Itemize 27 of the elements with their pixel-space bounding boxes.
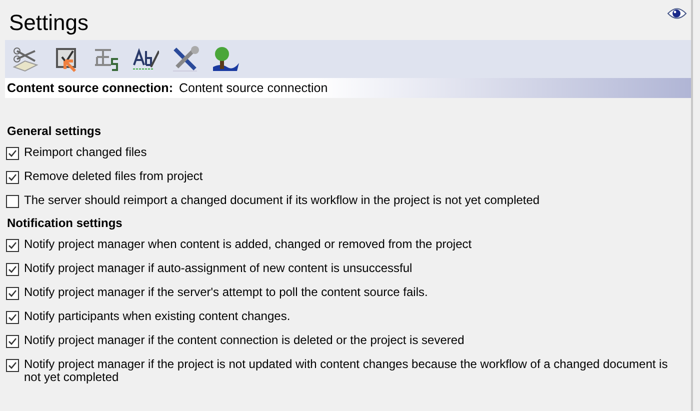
checkbox-label[interactable]: Notify project manager when content is added, changed or removed from the project	[24, 238, 472, 251]
checkbox[interactable]	[6, 147, 19, 160]
page-title: Settings	[9, 9, 88, 37]
scissors-icon[interactable]	[11, 45, 39, 73]
checkbox-label[interactable]: Reimport changed files	[24, 146, 147, 159]
checkbox-label[interactable]: Notify participants when existing content changes.	[24, 310, 290, 323]
checkbox-label[interactable]: Notify project manager if the project is not updated with content changes because the workflow of a changed document is not yet completed	[24, 358, 684, 384]
section-heading: Notification settings	[7, 216, 124, 230]
checkbox-label[interactable]: The server should reimport a changed document if its workflow in the project is not yet completed	[24, 194, 540, 207]
connection-value: Content source connection	[178, 81, 328, 95]
checkbox-label[interactable]: Notify project manager if the content connection is deleted or the project is severed	[24, 334, 464, 347]
checkbox-label[interactable]: Notify project manager if the server's attempt to poll the content source fails.	[24, 286, 428, 299]
checkbox-label[interactable]: Notify project manager if auto-assignment of new content is unsuccessful	[24, 262, 412, 275]
checkbox[interactable]	[6, 239, 19, 252]
tools-icon[interactable]	[171, 45, 199, 73]
checkbox[interactable]	[6, 335, 19, 348]
section-heading: General settings	[7, 124, 102, 138]
checkbox[interactable]	[6, 287, 19, 300]
eye-icon[interactable]	[667, 7, 687, 20]
checkbox[interactable]	[6, 171, 19, 184]
connection-label: Content source connection:	[7, 81, 173, 95]
checkbox[interactable]	[6, 195, 19, 208]
checkbox[interactable]	[6, 263, 19, 276]
checkbox-label[interactable]: Remove deleted files from project	[24, 170, 203, 183]
tree-icon[interactable]	[211, 45, 239, 73]
checkbox[interactable]	[6, 311, 19, 324]
checkbox[interactable]	[6, 359, 19, 372]
